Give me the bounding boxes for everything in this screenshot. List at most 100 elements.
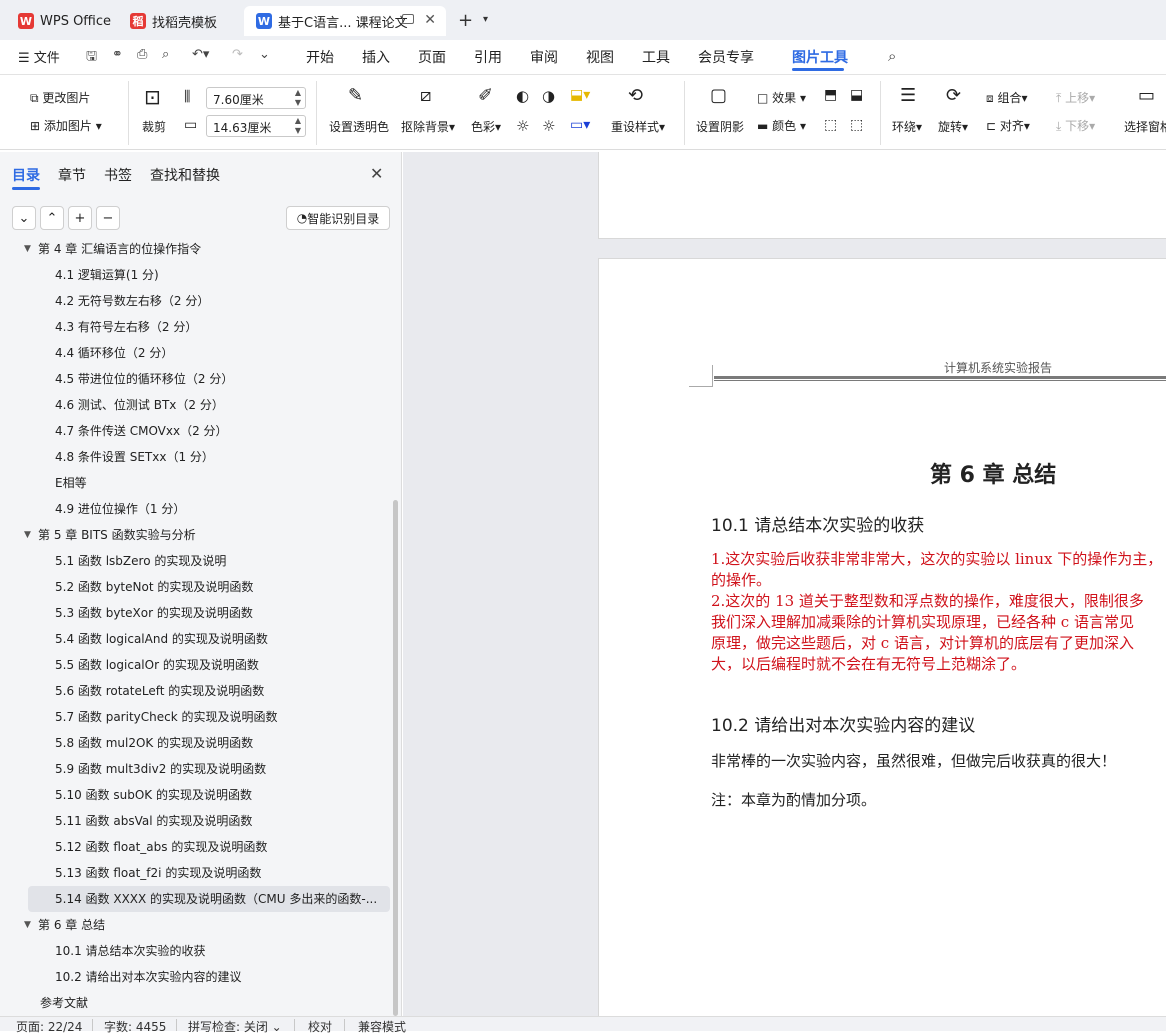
toc-item[interactable]: 4.4 循环移位（2 分） (0, 340, 173, 366)
smart-toc-button[interactable]: ◔ 智能识别目录 (286, 206, 390, 230)
tab-daoke-template[interactable]: 稻 找稻壳模板 (118, 6, 242, 36)
layer-down-icon[interactable]: ⬚ (850, 117, 863, 133)
toc-item[interactable]: 5.2 函数 byteNot 的实现及说明函数 (0, 574, 253, 600)
close-tab-icon[interactable]: ✕ (424, 12, 436, 28)
toc-item[interactable]: 5.4 函数 logicalAnd 的实现及说明函数 (0, 626, 268, 652)
toc-item[interactable]: 10.1 请总结本次实验的收获 (0, 938, 206, 964)
caret-down-icon[interactable]: ▼ (24, 522, 31, 548)
width-input[interactable]: 7.60厘米 ▲ ▼ (206, 87, 306, 109)
link-icon[interactable]: ⚭ (112, 47, 123, 62)
new-tab-icon[interactable]: + (458, 10, 473, 31)
color-icon[interactable]: ✐ (478, 85, 493, 106)
toc-item[interactable]: ▼ 第 4 章 汇编语言的位操作指令 (0, 238, 201, 262)
toc-item[interactable]: 10.2 请给出对本次实验内容的建议 (0, 964, 242, 990)
window-icon[interactable] (402, 14, 414, 24)
tab-chapters[interactable]: 章节 (58, 165, 86, 185)
caret-down-icon[interactable]: ▼ (24, 912, 31, 938)
toc-item[interactable]: 4.3 有符号左右移（2 分） (0, 314, 197, 340)
toc-item[interactable]: ▼ 第 5 章 BITS 函数实验与分析 (0, 522, 196, 548)
rotate-button[interactable]: 旋转▾ (938, 118, 968, 135)
group-button[interactable]: ⧈ 组合▾ (986, 89, 1028, 106)
toc-item[interactable]: 5.5 函数 logicalOr 的实现及说明函数 (0, 652, 259, 678)
rotate-icon[interactable]: ⟳ (946, 85, 961, 106)
wrap-icon[interactable]: ☰ (900, 85, 916, 106)
section-title[interactable]: 10.2 请给出对本次实验内容的建议 (711, 711, 975, 736)
toc-item[interactable]: 5.3 函数 byteXor 的实现及说明函数 (0, 600, 253, 626)
chevron-down-icon[interactable]: ▾ (483, 14, 488, 25)
align-button[interactable]: ⊏ 对齐▾ (986, 117, 1030, 134)
more-icon[interactable]: ⌄ (259, 47, 270, 62)
remove-background-icon[interactable]: ⧄ (420, 85, 431, 106)
highlight-color-icon[interactable]: ⬓▾ (570, 87, 590, 103)
chevron-down-icon[interactable]: ⌄ (12, 206, 36, 230)
brightness-down-icon[interactable]: ◑ (542, 87, 555, 105)
menu-member[interactable]: 会员专享 (698, 47, 754, 67)
menu-tools[interactable]: 工具 (642, 47, 670, 67)
crop-icon[interactable]: ⊡ (144, 85, 161, 109)
spell-check-toggle[interactable]: 拼写检查: 关闭 ⌄ (188, 1018, 282, 1035)
menu-page[interactable]: 页面 (418, 47, 446, 67)
contrast-down-icon[interactable]: ☼ (542, 117, 555, 135)
reset-style-button[interactable]: 重设样式▾ (611, 118, 665, 135)
effect-button[interactable]: □ 效果 ▾ (757, 89, 806, 106)
toc-item[interactable]: 5.11 函数 absVal 的实现及说明函数 (0, 808, 252, 834)
shadow-icon[interactable]: ▢ (710, 85, 727, 106)
selection-pane-icon[interactable]: ▭ (1138, 85, 1155, 106)
stepper-icon[interactable]: ▲ ▼ (295, 88, 301, 108)
close-icon[interactable]: ✕ (370, 164, 383, 183)
toc-item[interactable]: 5.1 函数 lsbZero 的实现及说明 (0, 548, 226, 574)
crop-label[interactable]: 裁剪 (142, 118, 166, 135)
change-image-button[interactable]: ⧉ 更改图片 (30, 89, 90, 106)
toc-item[interactable]: 5.6 函数 rotateLeft 的实现及说明函数 (0, 678, 264, 704)
move-down-button[interactable]: ⤓ 下移▾ (1056, 117, 1095, 134)
menu-picture-tools[interactable]: 图片工具 (792, 47, 848, 67)
toc-item[interactable]: 4.1 逻辑运算(1 分) (0, 262, 159, 288)
menu-start[interactable]: 开始 (306, 47, 334, 67)
toc-item[interactable]: 参考文献 (0, 990, 88, 1016)
menu-view[interactable]: 视图 (586, 47, 614, 67)
border-color-icon[interactable]: ▭▾ (570, 117, 590, 133)
caret-down-icon[interactable]: ▼ (24, 238, 31, 262)
move-up-button[interactable]: ⤒ 上移▾ (1056, 89, 1095, 106)
print-preview-icon[interactable]: ⌕ (162, 47, 169, 62)
word-count[interactable]: 字数: 4455 (104, 1018, 166, 1035)
fill-color-button[interactable]: ▬ 颜色 ▾ (757, 117, 806, 134)
section-title[interactable]: 10.1 请总结本次实验的收获 (711, 511, 924, 536)
search-icon[interactable]: ⌕ (888, 47, 896, 65)
proofread-button[interactable]: 校对 (308, 1018, 332, 1035)
tab-document[interactable]: W 基于C语言... 课程论文 ✕ (244, 6, 446, 36)
paragraph-line[interactable]: 2.这次的 13 道关于整型数和浮点数的操作，难度很大，限制很多 (711, 591, 1166, 612)
set-transparent-button[interactable]: 设置透明色 (329, 118, 389, 135)
paragraph-line[interactable]: 原理，做完这些题后，对 c 语言，对计算机的底层有了更加深入 (711, 633, 1166, 654)
paragraph-line[interactable]: 的操作。 (711, 570, 1166, 591)
contrast-up-icon[interactable]: ☼ (516, 117, 529, 135)
add-image-button[interactable]: ⊞ 添加图片 ▾ (30, 117, 102, 134)
menu-review[interactable]: 审阅 (530, 47, 558, 67)
toc-item[interactable]: 5.7 函数 parityCheck 的实现及说明函数 (0, 704, 278, 730)
toc-item[interactable]: ▼ 第 6 章 总结 (0, 912, 105, 938)
toc-item-selected[interactable]: 5.14 函数 XXXX 的实现及说明函数（CMU 多出来的函数-... (28, 886, 390, 912)
height-input[interactable]: 14.63厘米 ▲ ▼ (206, 115, 306, 137)
toc-item[interactable]: 5.9 函数 mult3div2 的实现及说明函数 (0, 756, 266, 782)
tab-find-replace[interactable]: 查找和替换 (150, 165, 220, 185)
toc-item[interactable]: 5.10 函数 subOK 的实现及说明函数 (0, 782, 252, 808)
redo-icon[interactable]: ↷ (232, 47, 243, 62)
paragraph[interactable]: 非常棒的一次实验内容，虽然很难，但做完后收获真的很大！ (711, 750, 1116, 771)
toc-item[interactable]: 4.2 无符号数左右移（2 分） (0, 288, 209, 314)
chapter-title[interactable]: 第 6 章 总结 (930, 457, 1056, 489)
tab-wps-office[interactable]: W WPS Office (6, 6, 114, 36)
tab-toc[interactable]: 目录 (12, 165, 40, 185)
transparent-color-icon[interactable]: ✎ (348, 85, 363, 106)
toc-item[interactable]: 5.13 函数 float_f2i 的实现及说明函数 (0, 860, 261, 886)
page-indicator[interactable]: 页面: 22/24 (16, 1018, 82, 1035)
toc-item[interactable]: 4.6 测试、位测试 BTx（2 分） (0, 392, 224, 418)
toc-item[interactable]: 5.12 函数 float_abs 的实现及说明函数 (0, 834, 267, 860)
paragraph-line[interactable]: 我们深入理解加减乘除的计算机实现原理，已经各种 c 语言常见 (711, 612, 1166, 633)
tab-bookmarks[interactable]: 书签 (104, 165, 132, 185)
reset-style-icon[interactable]: ⟲ (628, 85, 643, 106)
paragraph-line[interactable]: 大，以后编程时就不会在有无符号上范糊涂了。 (711, 654, 1166, 675)
send-backward-icon[interactable]: ⬓ (850, 87, 863, 103)
toc-item[interactable]: 4.9 进位位操作（1 分） (0, 496, 185, 522)
file-menu-button[interactable]: ☰ 文件 (18, 47, 60, 66)
menu-reference[interactable]: 引用 (474, 47, 502, 67)
